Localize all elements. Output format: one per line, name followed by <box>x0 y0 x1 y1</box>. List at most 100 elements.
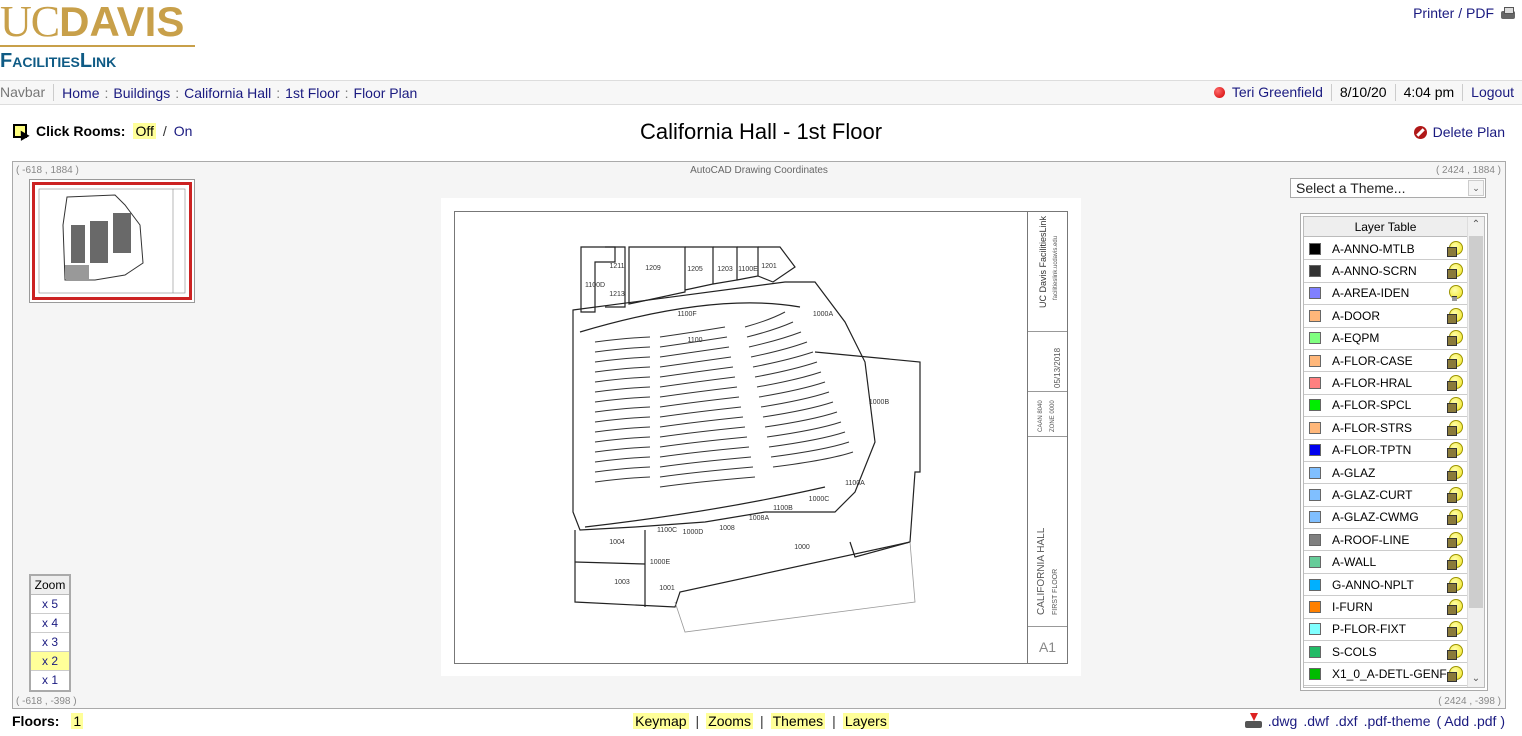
floor-plan-viewer[interactable]: ( -618 , 1884 ) AutoCAD Drawing Coordina… <box>12 161 1506 709</box>
add-pdf-link[interactable]: ( Add .pdf ) <box>1437 713 1505 729</box>
theme-select[interactable]: Select a Theme... ⌄ <box>1290 178 1486 198</box>
lightbulb-locked-icon[interactable] <box>1447 307 1463 324</box>
lightbulb-locked-icon[interactable] <box>1447 397 1463 414</box>
logout-link[interactable]: Logout <box>1471 84 1514 100</box>
lightbulb-locked-icon[interactable] <box>1447 643 1463 660</box>
lightbulb-locked-icon[interactable] <box>1447 464 1463 481</box>
layer-row[interactable]: A-FLOR-TPTN <box>1304 440 1467 462</box>
layer-row[interactable]: A-WALL <box>1304 551 1467 574</box>
delete-plan-label[interactable]: Delete Plan <box>1433 124 1505 140</box>
zoom-x2[interactable]: x 2 <box>31 652 69 671</box>
download-pdf-theme[interactable]: .pdf-theme <box>1364 713 1431 729</box>
layer-table-scrollbar[interactable]: ⌃ ⌄ <box>1467 217 1484 687</box>
download-dxf[interactable]: .dxf <box>1335 713 1358 729</box>
chevron-down-icon[interactable]: ⌄ <box>1468 180 1484 196</box>
room-label[interactable]: 1211 <box>609 263 624 270</box>
room-label[interactable]: 1100B <box>773 505 793 512</box>
lightbulb-locked-icon[interactable] <box>1447 531 1463 548</box>
layer-row[interactable]: I-FURN <box>1304 596 1467 619</box>
user-name-link[interactable]: Teri Greenfield <box>1232 84 1323 100</box>
lightbulb-locked-icon[interactable] <box>1447 666 1463 683</box>
breadcrumb-floor-plan[interactable]: Floor Plan <box>354 85 418 101</box>
layer-row[interactable]: A-GLAZ <box>1304 462 1467 485</box>
layer-row[interactable]: A-GLAZ-CURT <box>1304 484 1467 507</box>
layers-toggle[interactable]: Layers <box>842 713 889 729</box>
printer-pdf-link[interactable]: Printer / PDF <box>1413 5 1516 21</box>
scrollbar-thumb[interactable] <box>1469 236 1483 608</box>
room-label[interactable]: 1100 <box>687 337 702 344</box>
layer-row[interactable]: A-DOOR <box>1304 305 1467 328</box>
room-label[interactable]: 1000E <box>650 559 671 566</box>
room-label[interactable]: 1100E <box>738 266 758 273</box>
download-dwf[interactable]: .dwf <box>1303 713 1329 729</box>
room-label[interactable]: 1008 <box>719 525 735 532</box>
lightbulb-locked-icon[interactable] <box>1447 263 1463 280</box>
layer-row[interactable]: S-COLS <box>1304 641 1467 664</box>
room-label[interactable]: 1100C <box>657 527 677 534</box>
room-label[interactable]: 1201 <box>761 263 777 270</box>
room-label[interactable]: 1100D <box>585 282 605 289</box>
room-label[interactable]: 1001 <box>659 585 675 592</box>
room-label[interactable]: 1000A <box>813 311 834 318</box>
lightbulb-locked-icon[interactable] <box>1447 509 1463 526</box>
printer-pdf-label[interactable]: Printer / PDF <box>1413 5 1494 21</box>
floor-plan-drawing[interactable]: 1211 1209 1205 1203 1100E 1201 1213 1100… <box>441 198 1081 676</box>
zoom-x3[interactable]: x 3 <box>31 633 69 652</box>
room-label[interactable]: 1000B <box>869 399 890 406</box>
layer-row[interactable]: A-FLOR-SPCL <box>1304 395 1467 418</box>
room-label[interactable]: 1000 <box>794 544 810 551</box>
scroll-down-icon[interactable]: ⌄ <box>1468 671 1484 687</box>
room-label[interactable]: 1004 <box>609 539 625 546</box>
zoom-x5[interactable]: x 5 <box>31 595 69 614</box>
lightbulb-icon[interactable] <box>1447 285 1463 302</box>
lightbulb-locked-icon[interactable] <box>1447 330 1463 347</box>
room-label[interactable]: 1000C <box>809 496 830 503</box>
room-label[interactable]: 1008A <box>749 515 770 522</box>
room-label[interactable]: 1203 <box>717 266 733 273</box>
lightbulb-locked-icon[interactable] <box>1447 598 1463 615</box>
lightbulb-locked-icon[interactable] <box>1447 576 1463 593</box>
layer-row[interactable]: A-GLAZ-CWMG <box>1304 507 1467 530</box>
room-label[interactable]: 1209 <box>645 265 661 272</box>
zooms-toggle[interactable]: Zooms <box>706 713 753 729</box>
layer-row[interactable]: A-FLOR-STRS <box>1304 417 1467 440</box>
breadcrumb-buildings[interactable]: Buildings <box>113 85 170 101</box>
room-label[interactable]: 1213 <box>609 291 625 298</box>
lightbulb-locked-icon[interactable] <box>1447 554 1463 571</box>
lightbulb-locked-icon[interactable] <box>1447 486 1463 503</box>
layer-row[interactable]: X1_0_A-DETL-GENF <box>1304 663 1467 686</box>
keymap-thumbnail[interactable] <box>29 179 195 303</box>
layer-row[interactable]: A-FLOR-CASE <box>1304 350 1467 373</box>
lightbulb-locked-icon[interactable] <box>1447 375 1463 392</box>
room-label[interactable]: 1100A <box>845 480 865 487</box>
lightbulb-locked-icon[interactable] <box>1447 621 1463 638</box>
layer-row[interactable]: X1_0_A-DOOR-FRAM <box>1304 686 1467 687</box>
room-label[interactable]: 1000D <box>683 529 704 536</box>
layer-row[interactable]: A-AREA-IDEN <box>1304 283 1467 306</box>
breadcrumb-1st-floor[interactable]: 1st Floor <box>285 85 339 101</box>
delete-plan-button[interactable]: Delete Plan <box>1413 124 1505 140</box>
breadcrumb-california-hall[interactable]: California Hall <box>184 85 271 101</box>
breadcrumb-home[interactable]: Home <box>62 85 99 101</box>
room-label[interactable]: 1003 <box>614 579 630 586</box>
floor-plan-svg[interactable]: 1211 1209 1205 1203 1100E 1201 1213 1100… <box>455 212 1027 663</box>
scroll-up-icon[interactable]: ⌃ <box>1468 217 1484 233</box>
room-label[interactable]: 1205 <box>687 266 703 273</box>
layer-row[interactable]: A-ANNO-SCRN <box>1304 260 1467 283</box>
lightbulb-locked-icon[interactable] <box>1447 240 1463 257</box>
keymap-viewport[interactable] <box>32 182 192 300</box>
layer-row[interactable]: A-ANNO-MTLB <box>1304 238 1467 261</box>
download-dwg[interactable]: .dwg <box>1268 713 1298 729</box>
layer-row[interactable]: A-EQPM <box>1304 328 1467 350</box>
room-label[interactable]: 1100F <box>677 311 696 318</box>
zoom-x4[interactable]: x 4 <box>31 614 69 633</box>
themes-toggle[interactable]: Themes <box>770 713 826 729</box>
printer-icon[interactable] <box>1500 6 1516 20</box>
layer-row[interactable]: G-ANNO-NPLT <box>1304 574 1467 597</box>
layer-row[interactable]: A-ROOF-LINE <box>1304 529 1467 552</box>
lightbulb-locked-icon[interactable] <box>1447 352 1463 369</box>
lightbulb-locked-icon[interactable] <box>1447 419 1463 436</box>
layer-row[interactable]: P-FLOR-FIXT <box>1304 619 1467 642</box>
lightbulb-locked-icon[interactable] <box>1447 442 1463 459</box>
zoom-x1[interactable]: x 1 <box>31 671 69 690</box>
